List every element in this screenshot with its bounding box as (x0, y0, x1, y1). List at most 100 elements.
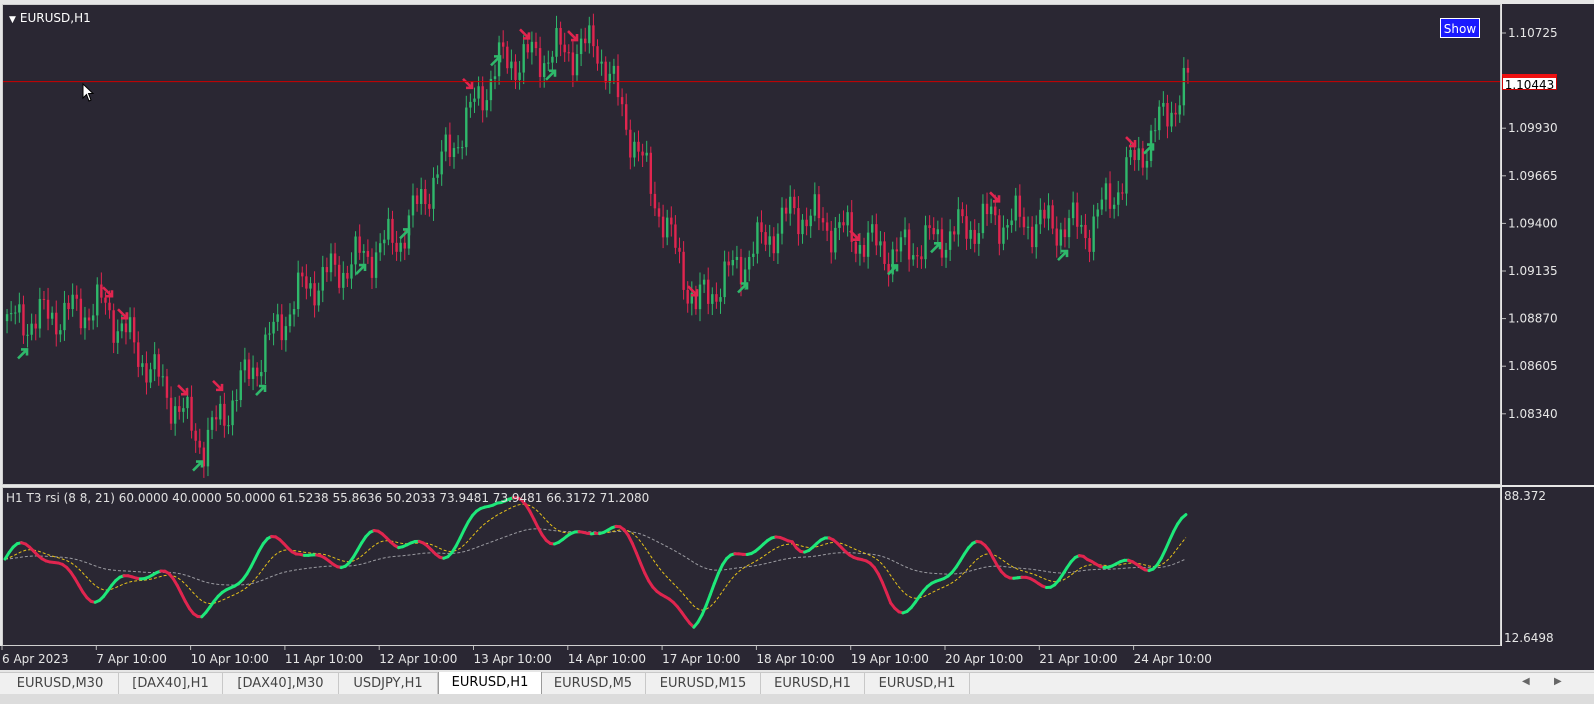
candle-body (661, 216, 665, 238)
current-price-tag: 1.10443 (1502, 74, 1557, 92)
candle-body (276, 314, 279, 322)
candle-body (1014, 195, 1017, 221)
candle-body (469, 101, 472, 108)
candle-body (1043, 209, 1046, 219)
candle-body (350, 264, 353, 279)
chart-menu-icon[interactable]: ▼ (9, 15, 16, 25)
time-tick-label: 6 Apr 2023 (2, 652, 69, 666)
candle-body (764, 232, 767, 245)
candle-body (973, 229, 976, 244)
rsi-up-segment (712, 571, 720, 586)
candle-body (1129, 149, 1132, 158)
candle-body (112, 310, 115, 343)
candle-body (141, 363, 144, 367)
rsi-up-segment (704, 593, 712, 607)
candle-body (719, 297, 722, 302)
tab-scroll-right-icon[interactable]: ▶ (1554, 676, 1562, 687)
candle-body (743, 269, 747, 285)
candle-body (247, 359, 251, 379)
candle-body (272, 321, 275, 334)
chart-tab[interactable]: EURUSD,M30 (2, 673, 119, 694)
chart-tab[interactable]: EURUSD,H1 (438, 672, 542, 696)
candle-body (137, 342, 140, 367)
candle-body (210, 417, 214, 430)
candle-body (707, 279, 710, 304)
candle-body (219, 403, 222, 420)
candle-body (526, 44, 529, 53)
candle-body (948, 231, 952, 250)
candle-body (723, 261, 726, 298)
candle-body (1047, 205, 1050, 219)
candle-body (793, 196, 796, 209)
candle-body (370, 256, 374, 278)
chart-tab[interactable]: [DAX40],M30 (223, 673, 339, 694)
chart-tab[interactable]: [DAX40],H1 (119, 673, 223, 694)
candle-body (686, 289, 689, 304)
candle-body (563, 44, 566, 53)
candle-body (871, 224, 874, 233)
candle-body (1006, 225, 1009, 228)
candle-body (977, 233, 981, 244)
candle-body (797, 208, 800, 235)
candle-body (456, 147, 460, 149)
indicator-label: H1 T3 rsi (8 8, 21) 60.0000 40.0000 50.0… (6, 491, 650, 505)
candle-body (555, 27, 558, 57)
buy-arrow-icon (192, 460, 204, 472)
candle-body (452, 148, 456, 158)
candle-body (1112, 204, 1116, 209)
candle-body (600, 61, 603, 64)
chart-tab[interactable]: EURUSD,M15 (646, 673, 761, 694)
candle-body (522, 44, 525, 73)
candle-body (1125, 157, 1128, 194)
time-tick-label: 20 Apr 10:00 (945, 652, 1023, 666)
buy-arrow-icon (930, 241, 942, 254)
tab-scroll-left-icon[interactable]: ◀ (1522, 676, 1530, 687)
chart-tab[interactable]: EURUSD,H1 (761, 673, 865, 694)
candle-body (768, 236, 771, 245)
candle-body (301, 272, 304, 277)
candle-body (674, 224, 677, 248)
candle-body (473, 98, 476, 102)
candle-body (944, 249, 948, 258)
candle-body (9, 313, 13, 315)
price-chart-panel[interactable]: ▼ EURUSD,H1 (2, 4, 1501, 485)
candle-body (26, 334, 29, 336)
candle-body (169, 397, 173, 424)
candle-body (75, 294, 78, 299)
time-axis[interactable]: 6 Apr 2023 7 Apr 10:00 10 Apr 10:00 11 Apr … (0, 646, 1594, 670)
candle-body (731, 259, 735, 266)
chart-tab[interactable]: USDJPY,H1 (339, 673, 438, 694)
candle-body (698, 284, 702, 310)
show-button[interactable]: Show (1440, 18, 1480, 38)
candle-body (440, 151, 443, 175)
chart-tab[interactable]: EURUSD,H1 (865, 673, 970, 694)
candle-body (994, 206, 997, 216)
candle-body (34, 323, 37, 329)
candle-body (715, 294, 718, 302)
candle-body (284, 326, 288, 341)
candle-body (866, 232, 870, 257)
status-strip (0, 694, 1594, 704)
candle-body (953, 231, 956, 235)
candle-body (460, 147, 464, 149)
candle-body (157, 354, 160, 377)
chart-tab[interactable]: EURUSD,M5 (541, 673, 646, 694)
candle-body (22, 304, 25, 336)
price-tick-label: 1.09930 (1508, 121, 1558, 135)
candle-body (752, 253, 755, 257)
indicator-panel[interactable] (2, 487, 1501, 646)
time-tick-label: 11 Apr 10:00 (285, 652, 363, 666)
candle-body (1076, 202, 1079, 227)
candle-body (1010, 220, 1013, 226)
candle-body (87, 317, 91, 321)
candle-body (1100, 199, 1104, 210)
indicator-scale[interactable]: 88.372 12.6498 (1502, 487, 1594, 646)
rsi-down-segment (630, 541, 638, 555)
candle-body (645, 152, 648, 156)
candle-body (46, 299, 50, 319)
candle-body (1117, 192, 1120, 205)
time-tick-label: 14 Apr 10:00 (568, 652, 646, 666)
candle-body (1186, 67, 1190, 73)
candle-body (1059, 229, 1063, 246)
candle-body (214, 417, 218, 420)
